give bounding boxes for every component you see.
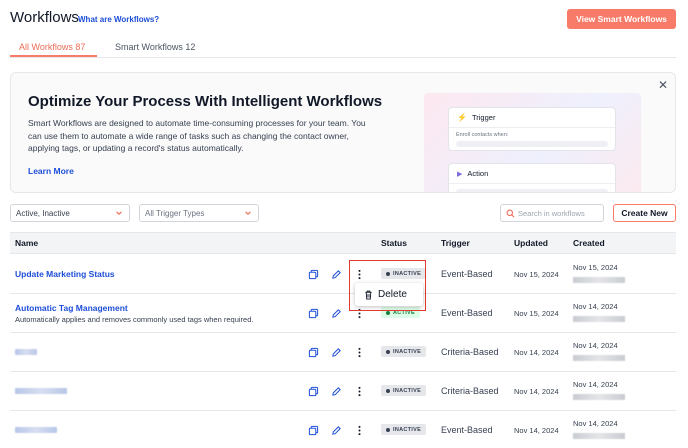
create-new-button[interactable]: Create New xyxy=(613,204,676,222)
play-icon: ▶ xyxy=(457,170,463,178)
trigger-type: Criteria-Based xyxy=(441,386,499,396)
search-icon xyxy=(506,209,515,218)
close-icon[interactable]: ✕ xyxy=(656,78,670,92)
trigger-card: ⚡ Trigger Enroll contacts when: xyxy=(448,107,616,151)
table-row[interactable]: INACTIVE Criteria-Based Nov 14, 2024 Nov… xyxy=(10,372,676,411)
created-date: Nov 14, 2024 xyxy=(573,302,618,311)
status-filter-select[interactable]: Active, Inactive xyxy=(10,204,130,222)
table-row[interactable]: INACTIVE Criteria-Based Nov 14, 2024 Nov… xyxy=(10,333,676,372)
copy-icon[interactable] xyxy=(308,425,319,436)
created-date: Nov 14, 2024 xyxy=(573,419,618,428)
table-row[interactable]: Update Marketing Status INACTIVE Event-B… xyxy=(10,255,676,294)
edit-icon[interactable] xyxy=(331,386,342,397)
created-date: Nov 15, 2024 xyxy=(573,263,618,272)
redacted-creator xyxy=(573,316,625,322)
action-card-placeholder xyxy=(456,189,608,192)
copy-icon[interactable] xyxy=(308,347,319,358)
search-input[interactable]: Search in workflows xyxy=(500,204,604,222)
copy-icon[interactable] xyxy=(308,269,319,280)
banner-title: Optimize Your Process With Intelligent W… xyxy=(28,93,383,110)
promo-banner: Optimize Your Process With Intelligent W… xyxy=(10,72,676,193)
workflow-name-link[interactable]: Update Marketing Status xyxy=(15,269,115,279)
redacted-workflow-name[interactable] xyxy=(15,388,67,394)
status-badge: INACTIVE xyxy=(381,346,427,357)
table-row[interactable]: INACTIVE Event-Based Nov 14, 2024 Nov 14… xyxy=(10,411,676,448)
redacted-workflow-name[interactable] xyxy=(15,427,57,433)
search-placeholder: Search in workflows xyxy=(518,208,585,218)
created-date: Nov 14, 2024 xyxy=(573,380,618,389)
action-card-label: Action xyxy=(467,169,489,178)
updated-date: Nov 15, 2024 xyxy=(514,309,559,318)
redacted-creator xyxy=(573,355,625,361)
edit-icon[interactable] xyxy=(331,347,342,358)
workflow-description: Automatically applies and removes common… xyxy=(15,315,254,324)
banner-description: Smart Workflows are designed to automate… xyxy=(28,118,366,153)
action-card: ▶ Action xyxy=(448,163,616,192)
edit-icon[interactable] xyxy=(331,269,342,280)
lightning-icon: ⚡ xyxy=(457,113,467,122)
redacted-workflow-name[interactable] xyxy=(15,349,37,355)
more-options-icon[interactable] xyxy=(354,386,365,397)
active-tab-indicator xyxy=(10,55,97,57)
workflow-name-link[interactable]: Automatic Tag Management xyxy=(15,303,128,313)
edit-icon[interactable] xyxy=(331,308,342,319)
redacted-creator xyxy=(573,394,625,400)
learn-more-link[interactable]: Learn More xyxy=(28,166,74,176)
edit-icon[interactable] xyxy=(331,425,342,436)
more-options-icon[interactable] xyxy=(354,425,365,436)
help-link[interactable]: What are Workflows? xyxy=(78,15,159,24)
chevron-down-icon xyxy=(245,211,251,215)
updated-date: Nov 14, 2024 xyxy=(514,348,559,357)
trigger-card-label: Trigger xyxy=(471,113,496,122)
trigger-type-filter-select[interactable]: All Trigger Types xyxy=(139,204,259,222)
status-filter-value: Active, Inactive xyxy=(16,208,70,218)
updated-date: Nov 14, 2024 xyxy=(514,426,559,435)
column-header-created[interactable]: Created xyxy=(573,238,605,248)
trigger-card-sub: Enroll contacts when: xyxy=(456,132,509,138)
column-header-status[interactable]: Status xyxy=(381,238,407,248)
copy-icon[interactable] xyxy=(308,386,319,397)
column-header-updated[interactable]: Updated xyxy=(514,238,548,248)
created-date: Nov 14, 2024 xyxy=(573,341,618,350)
annotation-highlight-box xyxy=(349,260,426,311)
chevron-down-icon xyxy=(116,211,122,215)
redacted-creator xyxy=(573,433,625,439)
trigger-type: Criteria-Based xyxy=(441,347,499,357)
trigger-type: Event-Based xyxy=(441,269,493,279)
updated-date: Nov 14, 2024 xyxy=(514,387,559,396)
trigger-card-placeholder xyxy=(456,141,608,147)
status-badge: INACTIVE xyxy=(381,424,427,435)
tab-all-workflows[interactable]: All Workflows 87 xyxy=(19,42,85,52)
banner-illustration: ⚡ Trigger Enroll contacts when: ▶ Action xyxy=(424,93,641,192)
column-header-trigger[interactable]: Trigger xyxy=(441,238,470,248)
table-row[interactable]: Automatic Tag Management Automatically a… xyxy=(10,294,676,333)
trigger-filter-value: All Trigger Types xyxy=(145,208,205,218)
trigger-type: Event-Based xyxy=(441,308,493,318)
view-smart-workflows-button[interactable]: View Smart Workflows xyxy=(567,9,676,29)
status-badge: INACTIVE xyxy=(381,385,427,396)
tabs-divider xyxy=(10,57,676,58)
redacted-creator xyxy=(573,277,625,283)
column-header-name[interactable]: Name xyxy=(15,238,38,248)
page-title: Workflows xyxy=(10,9,79,26)
trigger-type: Event-Based xyxy=(441,425,493,435)
copy-icon[interactable] xyxy=(308,308,319,319)
updated-date: Nov 15, 2024 xyxy=(514,270,559,279)
tab-smart-workflows[interactable]: Smart Workflows 12 xyxy=(115,42,195,52)
more-options-icon[interactable] xyxy=(354,347,365,358)
